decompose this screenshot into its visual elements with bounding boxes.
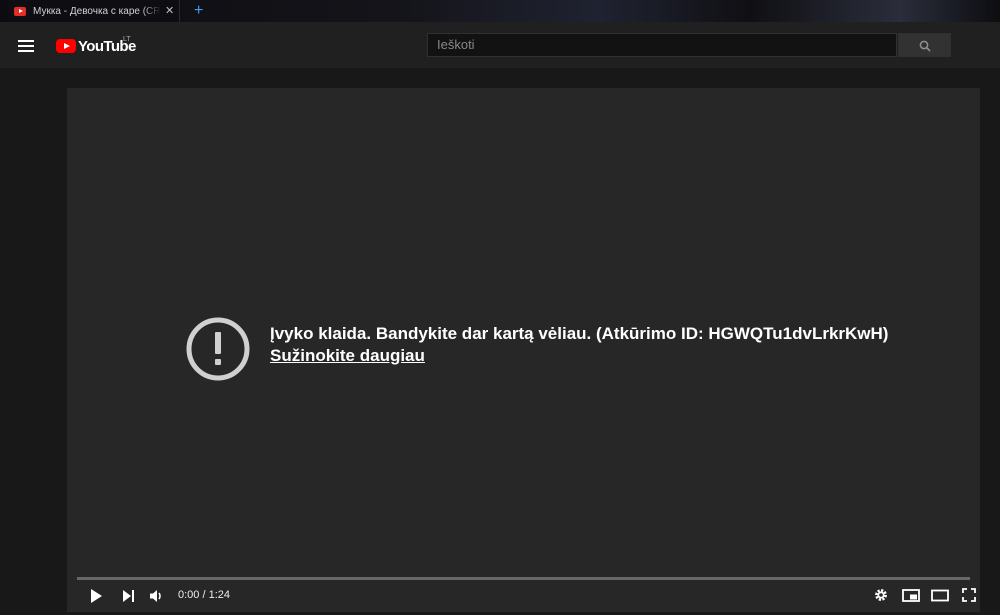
search-input[interactable]: Ieškoti [427,33,897,57]
settings-icon[interactable] [874,588,888,602]
new-tab-button[interactable]: + [194,2,203,20]
next-icon[interactable] [122,589,135,603]
duration: 1:24 [208,589,231,601]
player-controls: 0:00 / 1:24 [67,582,980,612]
search-button[interactable] [898,33,951,57]
youtube-favicon-icon [14,6,26,16]
menu-icon[interactable] [18,40,34,52]
video-player[interactable]: Įvyko klaida. Bandykite dar kartą vėliau… [67,88,980,612]
fullscreen-icon[interactable] [962,588,976,602]
volume-icon[interactable] [149,589,165,603]
tab-title: Мукка - Девочка с каре (CRANK [33,5,161,17]
play-icon[interactable] [89,588,103,604]
masthead: YouTube LT Ieškoti [0,22,1000,68]
time-separator: / [199,589,209,601]
miniplayer-icon[interactable] [902,589,920,602]
time-display: 0:00 / 1:24 [178,589,230,601]
error-message: Įvyko klaida. Bandykite dar kartą vėliau… [270,324,889,343]
progress-bar[interactable] [77,577,970,580]
youtube-play-logo-icon [56,39,76,53]
browser-tab[interactable]: Мукка - Девочка с каре (CRANK ✕ [8,0,180,22]
error-exclamation-icon [186,317,250,381]
current-time: 0:00 [178,589,200,601]
search-icon [919,40,931,52]
error-panel: Įvyko klaida. Bandykite dar kartą vėliau… [185,316,945,382]
browser-tab-strip: Мукка - Девочка с каре (CRANK ✕ + [0,0,1000,22]
learn-more-link[interactable]: Sužinokite daugiau [270,346,425,366]
country-code: LT [123,36,131,43]
tab-close-icon[interactable]: ✕ [165,5,174,17]
theater-mode-icon[interactable] [931,589,949,602]
